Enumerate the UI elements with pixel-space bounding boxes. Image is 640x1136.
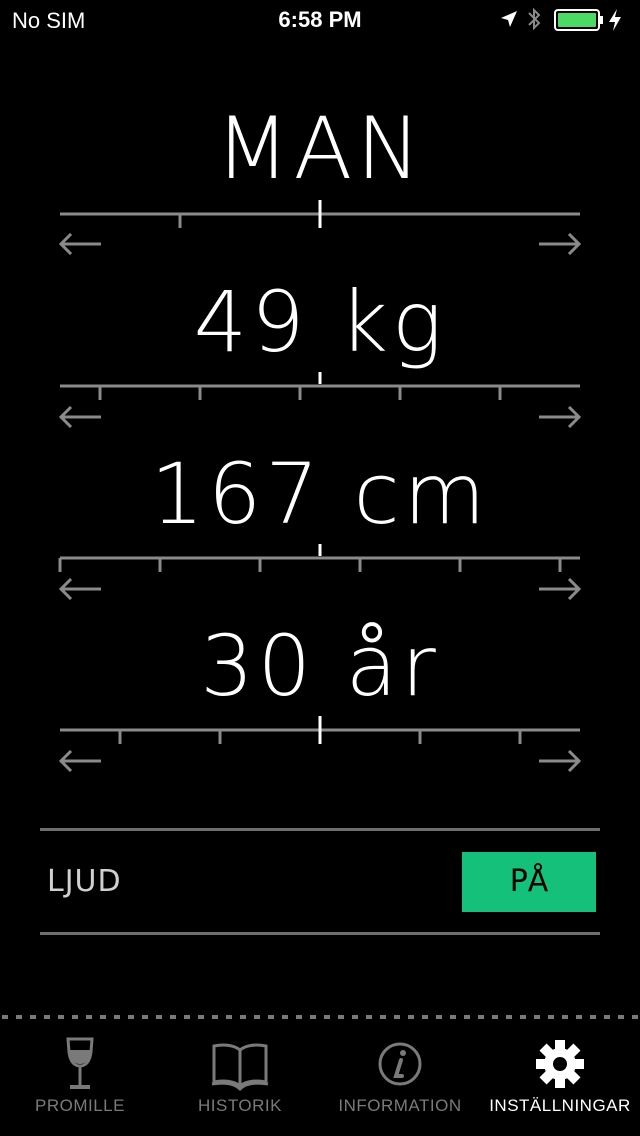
- arrow-right-icon: [539, 578, 582, 600]
- height-picker[interactable]: 167 cm: [0, 444, 640, 614]
- sound-bottom-divider: [40, 932, 600, 935]
- arrow-left-icon: [58, 750, 101, 772]
- tab-label-installningar: INSTÄLLNINGAR: [489, 1096, 631, 1115]
- weight-picker[interactable]: 49 kg: [0, 272, 640, 442]
- gender-value: MAN: [215, 99, 425, 199]
- ruler-scale: [60, 372, 580, 400]
- gender-next-arrow[interactable]: [538, 233, 582, 255]
- tab-promille[interactable]: PROMILLE: [0, 1022, 160, 1136]
- bluetooth-icon: [528, 7, 541, 31]
- arrow-right-icon: [539, 750, 582, 772]
- ruler-scale: [60, 200, 580, 228]
- book-icon: [211, 1043, 269, 1092]
- tab-bar-dotted-divider: [2, 1015, 640, 1019]
- height-next-arrow[interactable]: [538, 578, 582, 600]
- wine-glass-icon: [66, 1037, 94, 1089]
- gender-picker[interactable]: MAN: [0, 100, 640, 270]
- tab-bar: PROMILLE HISTORIK INFORMATION INSTÄLLNIN…: [0, 1022, 640, 1136]
- gender-ruler[interactable]: [60, 200, 580, 228]
- charging-bolt-icon: [609, 9, 621, 31]
- arrow-left-icon: [58, 578, 101, 600]
- height-ruler[interactable]: [58, 544, 580, 572]
- location-arrow-icon: [501, 11, 517, 27]
- sound-top-divider: [40, 828, 600, 831]
- weight-value: 49 kg: [193, 273, 447, 371]
- info-icon: [378, 1042, 422, 1086]
- battery-icon: [554, 9, 603, 31]
- status-icons: [500, 7, 630, 33]
- tab-label-information: INFORMATION: [338, 1096, 462, 1115]
- weight-ruler[interactable]: [60, 372, 580, 400]
- ruler-scale: [60, 716, 580, 744]
- height-prev-arrow[interactable]: [58, 578, 102, 600]
- gear-icon: [536, 1040, 584, 1088]
- arrow-right-icon: [539, 406, 582, 428]
- age-value: 30 år: [200, 617, 440, 715]
- age-ruler[interactable]: [60, 716, 580, 744]
- tab-information[interactable]: INFORMATION: [320, 1022, 480, 1136]
- gender-prev-arrow[interactable]: [58, 233, 102, 255]
- age-prev-arrow[interactable]: [58, 750, 102, 772]
- sound-toggle-button[interactable]: PÅ: [462, 852, 596, 912]
- arrow-left-icon: [58, 406, 101, 428]
- tab-label-historik: HISTORIK: [198, 1096, 282, 1115]
- age-next-arrow[interactable]: [538, 750, 582, 772]
- tab-label-promille: PROMILLE: [35, 1096, 125, 1115]
- status-bar: No SIM 6:58 PM: [0, 0, 640, 40]
- weight-next-arrow[interactable]: [538, 406, 582, 428]
- arrow-left-icon: [58, 233, 101, 255]
- arrow-right-icon: [539, 233, 582, 255]
- height-value: 167 cm: [150, 445, 490, 543]
- tab-installningar[interactable]: INSTÄLLNINGAR: [480, 1022, 640, 1136]
- sound-label: LJUD: [47, 864, 122, 899]
- age-picker[interactable]: 30 år: [0, 616, 640, 786]
- ruler-scale: [58, 544, 580, 572]
- tab-historik[interactable]: HISTORIK: [160, 1022, 320, 1136]
- weight-prev-arrow[interactable]: [58, 406, 102, 428]
